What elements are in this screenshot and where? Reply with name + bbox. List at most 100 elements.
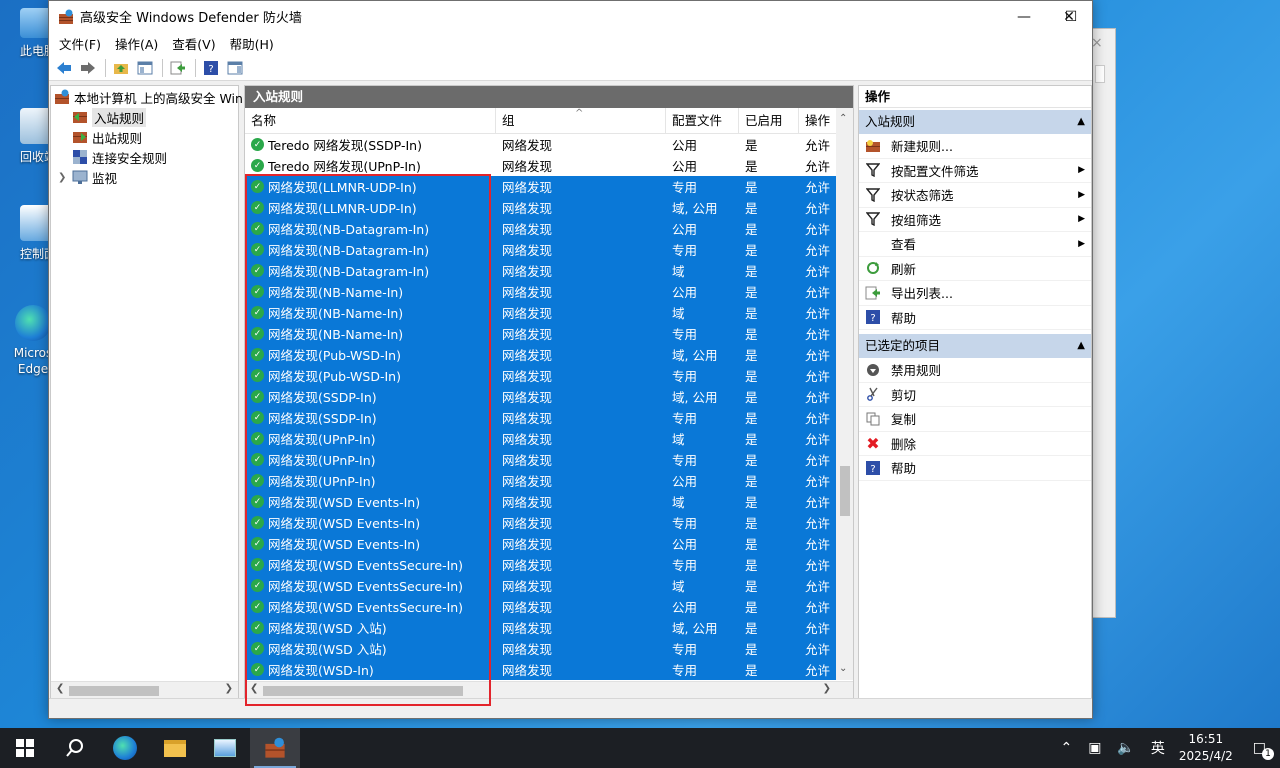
rule-name: 网络发现(NB-Datagram-In): [268, 243, 430, 258]
table-row[interactable]: ✓ 网络发现(WSD EventsSecure-In) 网络发现 域 是 允许: [245, 575, 853, 596]
actions-section-selected-items[interactable]: 已选定的项目 ▲: [859, 334, 1091, 358]
table-row[interactable]: ✓ 网络发现(NB-Name-In) 网络发现 公用 是 允许: [245, 281, 853, 302]
scroll-left-icon[interactable]: ❮: [250, 683, 258, 694]
volume-icon[interactable]: 🔈: [1117, 740, 1134, 756]
scroll-thumb[interactable]: [69, 686, 159, 696]
up-folder-button[interactable]: [110, 57, 132, 79]
table-row[interactable]: ✓ 网络发现(NB-Name-In) 网络发现 专用 是 允许: [245, 323, 853, 344]
rules-horizontal-scrollbar[interactable]: ❮ ❯: [245, 681, 853, 698]
taskbar-file-explorer[interactable]: [150, 728, 200, 768]
table-row[interactable]: ✓ 网络发现(Pub-WSD-In) 网络发现 专用 是 允许: [245, 365, 853, 386]
ime-indicator[interactable]: 英: [1151, 738, 1165, 758]
export-button[interactable]: [167, 57, 189, 79]
scroll-left-icon[interactable]: ❮: [56, 683, 64, 694]
help-button[interactable]: ?: [200, 57, 222, 79]
expand-chevron-icon[interactable]: ❯: [58, 172, 72, 183]
table-row[interactable]: ✓ 网络发现(UPnP-In) 网络发现 专用 是 允许: [245, 449, 853, 470]
taskbar-firewall[interactable]: [250, 728, 300, 768]
chevron-up-icon[interactable]: ⌃: [1060, 740, 1072, 756]
table-row[interactable]: ✓ 网络发现(SSDP-In) 网络发现 域, 公用 是 允许: [245, 386, 853, 407]
table-row[interactable]: ✓ 网络发现(WSD EventsSecure-In) 网络发现 专用 是 允许: [245, 554, 853, 575]
column-action[interactable]: 操作: [799, 108, 839, 133]
export-list-icon: [170, 61, 185, 74]
table-row[interactable]: ✓ 网络发现(LLMNR-UDP-In) 网络发现 域, 公用 是 允许: [245, 197, 853, 218]
table-row[interactable]: ✓ Teredo 网络发现(UPnP-In) 网络发现 公用 是 允许: [245, 155, 853, 176]
table-row[interactable]: ✓ 网络发现(UPnP-In) 网络发现 域 是 允许: [245, 428, 853, 449]
action-item[interactable]: 查看 ▶: [859, 232, 1091, 257]
taskbar-control-panel[interactable]: [200, 728, 250, 768]
action-item[interactable]: ? 帮助: [859, 456, 1091, 481]
column-name[interactable]: 名称: [245, 108, 496, 133]
tree-item-connection-security-rules[interactable]: 连接安全规则: [51, 147, 238, 167]
table-row[interactable]: ✓ Teredo 网络发现(SSDP-In) 网络发现 公用 是 允许: [245, 134, 853, 155]
scroll-thumb[interactable]: [840, 466, 850, 516]
tree-item-monitoring[interactable]: ❯ 监视: [51, 167, 238, 187]
tree-horizontal-scrollbar[interactable]: ❮ ❯: [51, 681, 238, 698]
action-item[interactable]: 导出列表...: [859, 281, 1091, 306]
action-item[interactable]: 刷新: [859, 257, 1091, 281]
table-row[interactable]: ✓ 网络发现(NB-Datagram-In) 网络发现 公用 是 允许: [245, 218, 853, 239]
table-row[interactable]: ✓ 网络发现(NB-Datagram-In) 网络发现 专用 是 允许: [245, 239, 853, 260]
table-row[interactable]: ✓ 网络发现(NB-Name-In) 网络发现 域 是 允许: [245, 302, 853, 323]
tree-root[interactable]: 本地计算机 上的高级安全 Win: [51, 87, 243, 107]
table-row[interactable]: ✓ 网络发现(UPnP-In) 网络发现 公用 是 允许: [245, 470, 853, 491]
table-row[interactable]: ✓ 网络发现(WSD 入站) 网络发现 域, 公用 是 允许: [245, 617, 853, 638]
taskbar-edge[interactable]: [100, 728, 150, 768]
forward-button[interactable]: [77, 57, 99, 79]
action-item[interactable]: ✖ 删除: [859, 432, 1091, 456]
menu-file[interactable]: 文件(F): [52, 34, 108, 53]
scroll-right-icon[interactable]: ❯: [823, 683, 831, 694]
notification-center-button[interactable]: □ 1: [1253, 740, 1274, 760]
table-row[interactable]: ✓ 网络发现(WSD Events-In) 网络发现 专用 是 允许: [245, 512, 853, 533]
minimize-button[interactable]: —: [1001, 1, 1047, 32]
table-row[interactable]: ✓ 网络发现(WSD-In) 网络发现 专用 是 允许: [245, 659, 853, 680]
show-hide-tree-button[interactable]: [134, 57, 156, 79]
table-row[interactable]: ✓ 网络发现(Pub-WSD-In) 网络发现 域, 公用 是 允许: [245, 344, 853, 365]
action-item[interactable]: 禁用规则: [859, 358, 1091, 383]
show-action-pane-button[interactable]: [224, 57, 246, 79]
action-item[interactable]: ? 帮助: [859, 306, 1091, 330]
back-button[interactable]: [53, 57, 75, 79]
action-item[interactable]: 按配置文件筛选 ▶: [859, 159, 1091, 183]
rule-name: 网络发现(UPnP-In): [268, 432, 376, 447]
scroll-down-icon[interactable]: ⌄: [839, 663, 847, 674]
scroll-right-icon[interactable]: ❯: [225, 683, 233, 694]
table-row[interactable]: ✓ 网络发现(WSD Events-In) 网络发现 域 是 允许: [245, 491, 853, 512]
scroll-thumb[interactable]: [263, 686, 463, 696]
close-button[interactable]: ✕: [1046, 1, 1092, 32]
table-row[interactable]: ✓ 网络发现(WSD 入站) 网络发现 专用 是 允许: [245, 638, 853, 659]
table-row[interactable]: ✓ 网络发现(NB-Datagram-In) 网络发现 域 是 允许: [245, 260, 853, 281]
collapse-icon[interactable]: ▲: [1077, 110, 1085, 134]
rule-profile: 域, 公用: [672, 201, 718, 216]
rules-vertical-scrollbar[interactable]: ⌃ ⌄: [836, 108, 853, 680]
menu-help[interactable]: 帮助(H): [223, 34, 281, 53]
action-item[interactable]: 新建规则...: [859, 134, 1091, 159]
column-enabled[interactable]: 已启用: [739, 108, 799, 133]
scroll-up-icon[interactable]: ⌃: [839, 113, 847, 124]
action-item[interactable]: 按状态筛选 ▶: [859, 183, 1091, 208]
action-item[interactable]: 复制: [859, 407, 1091, 432]
title-bar[interactable]: 高级安全 Windows Defender 防火墙 — ☐ ✕: [49, 1, 1092, 32]
network-icon[interactable]: ▣: [1088, 740, 1101, 756]
table-row[interactable]: ✓ 网络发现(SSDP-In) 网络发现 专用 是 允许: [245, 407, 853, 428]
action-item[interactable]: 按组筛选 ▶: [859, 208, 1091, 232]
allow-shield-icon: ✓: [251, 579, 264, 592]
rule-action: 允许: [805, 516, 831, 531]
start-button[interactable]: [0, 728, 50, 768]
collapse-icon[interactable]: ▲: [1077, 334, 1085, 358]
rule-profile: 专用: [672, 642, 698, 657]
rule-name-cell: ✓ 网络发现(WSD-In): [245, 660, 496, 679]
action-item[interactable]: 剪切: [859, 383, 1091, 407]
column-profile[interactable]: 配置文件: [666, 108, 739, 133]
table-row[interactable]: ✓ 网络发现(LLMNR-UDP-In) 网络发现 专用 是 允许: [245, 176, 853, 197]
actions-section-inbound-rules[interactable]: 入站规则 ▲: [859, 110, 1091, 134]
tree-item-outbound-rules[interactable]: 出站规则: [51, 127, 238, 147]
table-row[interactable]: ✓ 网络发现(WSD EventsSecure-In) 网络发现 公用 是 允许: [245, 596, 853, 617]
submenu-arrow-icon: ▶: [1078, 214, 1085, 225]
search-button[interactable]: [50, 728, 100, 768]
menu-view[interactable]: 查看(V): [165, 34, 222, 53]
menu-action[interactable]: 操作(A): [108, 34, 165, 53]
table-row[interactable]: ✓ 网络发现(WSD Events-In) 网络发现 公用 是 允许: [245, 533, 853, 554]
clock[interactable]: 16:51 2025/4/2: [1179, 731, 1233, 765]
tree-item-inbound-rules[interactable]: 入站规则: [51, 107, 238, 127]
